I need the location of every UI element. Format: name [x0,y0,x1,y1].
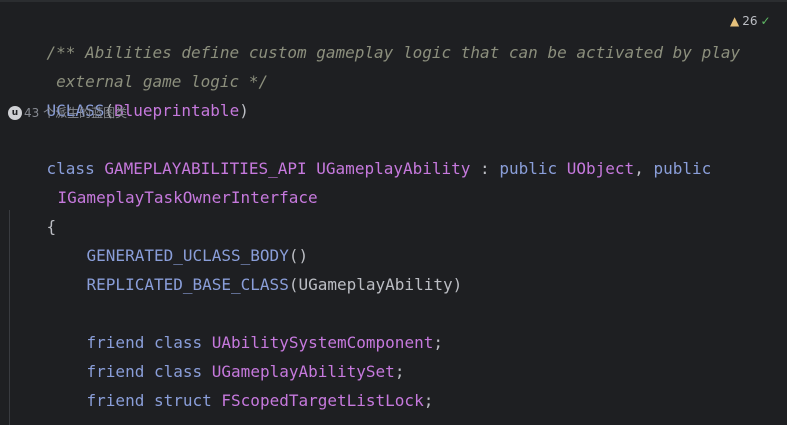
paren-close: ) [452,275,463,294]
public-keyword: public [499,159,558,178]
code-editor[interactable]: ▲ 26 ✓ /** Abilities define custom gamep… [0,0,787,425]
base-class-uobject: UObject [566,159,635,178]
warning-count: 26 [742,14,758,28]
semicolon: ; [433,333,443,352]
code-line-class-decl[interactable]: class GAMEPLAYABILITIES_API UGameplayAbi… [8,125,712,178]
friend-keyword: friend [86,391,145,410]
comma: , [634,159,654,178]
code-line-friend-2[interactable]: friend class UGameplayAbilitySet; [8,328,405,381]
check-icon: ✓ [760,14,771,28]
uclass-arg: Blueprintable [113,101,240,120]
struct-keyword: struct [153,391,212,410]
class-name: UGameplayAbility [316,159,471,178]
colon: : [470,159,500,178]
code-line-interface[interactable]: IGameplayTaskOwnerInterface [8,154,318,207]
code-line-replicated-base[interactable]: REPLICATED_BASE_CLASS(UGameplayAbility) [8,241,463,294]
code-line-uclass[interactable]: UCLASS(Blueprintable) [8,67,249,120]
base-interface: IGameplayTaskOwnerInterface [57,188,318,207]
unreal-engine-icon: u [8,106,22,120]
code-line-friend-3[interactable]: friend struct FScopedTargetListLock; [8,357,434,410]
friend-struct-name: FScopedTargetListLock [221,391,424,410]
derived-blueprints-hint[interactable]: u 43 个派生的蓝图类 [8,103,127,123]
editor-top-border [0,0,787,2]
paren-close: ) [239,101,249,120]
public-keyword: public [653,159,712,178]
code-line-open-brace[interactable]: { [8,183,57,236]
code-line-friend-1[interactable]: friend class UAbilitySystemComponent; [8,299,443,352]
replicated-base-macro: REPLICATED_BASE_CLASS [86,275,289,294]
replicated-arg: UGameplayAbility [298,275,453,294]
code-line-comment-2[interactable]: external game logic */ [8,38,268,91]
semicolon: ; [423,391,434,410]
code-line-generated-body[interactable]: GENERATED_UCLASS_BODY() [8,212,309,265]
derived-blueprints-text: 43 个派生的蓝图类 [24,106,128,120]
code-line-comment-1[interactable]: /** Abilities define custom gameplay log… [8,9,741,62]
